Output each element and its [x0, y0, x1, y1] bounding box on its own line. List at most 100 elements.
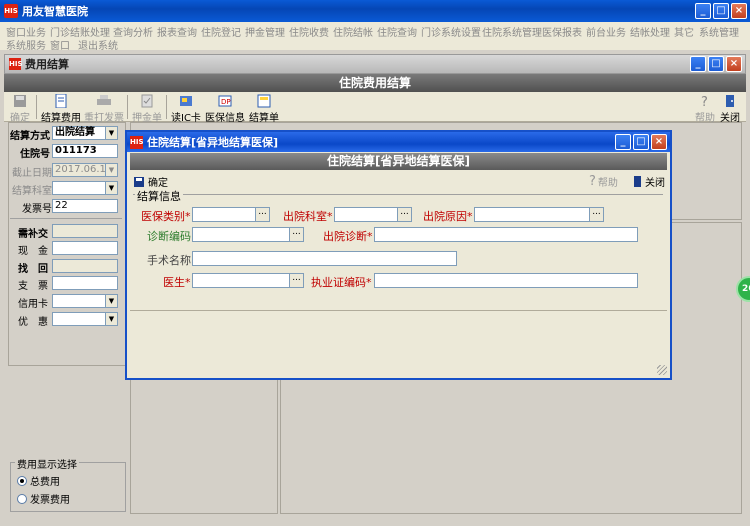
chevron-down-icon: ▼ [105, 164, 117, 176]
insurance-info-button[interactable]: DP 医保信息 [205, 94, 245, 124]
menu-item[interactable]: 门诊系统设置 [421, 24, 481, 39]
license-code-field[interactable] [374, 273, 638, 288]
menu-item[interactable]: 医保报表 [542, 24, 582, 39]
ellipsis-icon[interactable]: ... [589, 208, 603, 221]
ellipsis-icon[interactable]: ... [255, 208, 269, 221]
menu-item[interactable]: 系统服务 [6, 37, 46, 52]
menu-item[interactable]: 查询分析 [113, 24, 153, 39]
cash-field[interactable] [52, 241, 118, 255]
cash-label: 现 金 [18, 246, 48, 257]
chevron-down-icon: ▼ [105, 182, 117, 194]
close-window-button[interactable]: × [731, 3, 747, 19]
card-reader-icon [179, 96, 192, 106]
maximize-button[interactable]: □ [713, 3, 729, 19]
save-icon [134, 176, 144, 187]
sub-maximize-button[interactable]: □ [708, 56, 724, 72]
help-icon: ? [589, 174, 596, 189]
exit-door-icon [634, 176, 641, 187]
exit-door-icon [726, 95, 734, 107]
resize-grip[interactable] [657, 365, 667, 375]
menu-bar: 窗口业务 门诊结账处理 查询分析 报表查询 住院登记 押金管理 住院收费 住院结… [0, 22, 750, 52]
menu-item[interactable]: 住院系统管理 [482, 24, 542, 39]
need-pay-label: 需补交 [18, 229, 48, 240]
menu-item[interactable]: 报表查询 [157, 24, 197, 39]
change-field [52, 259, 118, 273]
help-button[interactable]: ? 帮助 [695, 94, 715, 124]
settle-sheet-button[interactable]: 结算单 [249, 94, 279, 124]
app-logo-icon: HIS [4, 4, 18, 18]
menu-item[interactable]: 窗口 [50, 37, 70, 52]
ellipsis-icon[interactable]: ... [289, 228, 303, 241]
diag-code-field[interactable]: ... [192, 227, 304, 242]
sub-close-button[interactable]: × [726, 56, 742, 72]
settlement-info-legend: 结算信息 [135, 188, 183, 204]
chevron-down-icon: ▼ [105, 295, 117, 307]
check-field[interactable] [52, 276, 118, 290]
inpatient-no-field[interactable]: 011173 [52, 144, 118, 158]
invoice-fee-radio[interactable]: 发票费用 [17, 491, 70, 506]
menu-item[interactable]: 前台业务 [586, 24, 626, 39]
dialog-maximize-button[interactable]: □ [633, 134, 649, 150]
need-pay-field [52, 224, 118, 238]
discharge-reason-label: 出院原因* [423, 210, 473, 223]
discharge-diag-field[interactable] [374, 227, 638, 242]
dialog-confirm-button[interactable]: 确定 [133, 174, 168, 189]
discharge-dept-label: 出院科室* [283, 210, 333, 223]
license-code-label: 执业证编码* [311, 276, 372, 289]
menu-item[interactable]: 结帐处理 [630, 24, 670, 39]
discharge-dept-field[interactable]: ... [334, 207, 412, 222]
remote-settlement-dialog: HIS 住院结算[省异地结算医保] _ □ × 住院结算[省异地结算医保] 确定… [125, 130, 672, 380]
sub-minimize-button[interactable]: _ [690, 56, 706, 72]
doctor-field[interactable]: ... [192, 273, 304, 288]
cutoff-date-field[interactable]: 2017.06.19 ▼ [52, 163, 118, 177]
menu-item[interactable]: 住院收费 [289, 24, 329, 39]
total-fee-radio[interactable]: 总费用 [17, 473, 60, 488]
reprint-invoice-button[interactable]: 重打发票 [84, 94, 124, 124]
dialog-help-button[interactable]: ? 帮助 [589, 174, 618, 189]
confirm-button[interactable]: 确定 [10, 94, 30, 124]
settle-mode-label: 结算方式 [10, 131, 50, 142]
menu-item[interactable]: 其它 [674, 24, 694, 39]
doctor-label: 医生* [163, 276, 191, 289]
deposit-slip-button[interactable]: 押金单 [132, 94, 162, 124]
sheet-icon [257, 94, 271, 108]
dialog-title: 住院结算[省异地结算医保] [147, 136, 279, 149]
menu-item[interactable]: 住院登记 [201, 24, 241, 39]
ins-type-field[interactable]: ... [192, 207, 270, 222]
invoice-no-field[interactable]: 22 [52, 199, 118, 213]
dialog-close-button[interactable]: 关闭 [631, 174, 665, 189]
ellipsis-icon[interactable]: ... [397, 208, 411, 221]
check-label: 支 票 [18, 281, 48, 292]
credit-card-select[interactable]: ▼ [52, 294, 118, 308]
settle-mode-select[interactable]: 出院结算 ▼ [52, 126, 118, 140]
close-button[interactable]: 关闭 [720, 94, 740, 124]
ellipsis-icon[interactable]: ... [289, 274, 303, 287]
settle-fee-button[interactable]: 结算费用 [41, 94, 81, 124]
settle-dept-label: 结算科室 [12, 186, 52, 197]
subwindow-title-bar: HIS 费用结算 _ □ × [4, 54, 746, 74]
fee-display-group: 费用显示选择 总费用 发票费用 [10, 456, 126, 512]
minimize-button[interactable]: _ [695, 3, 711, 19]
dialog-close-x-button[interactable]: × [651, 134, 667, 150]
inpatient-no-label: 住院号 [20, 149, 50, 160]
menu-item[interactable]: 住院结帐 [333, 24, 373, 39]
read-ic-card-button[interactable]: 读IC卡 [171, 94, 201, 124]
toolbar: 确定 结算费用 重打发票 押金单 读IC卡 DP 医保信息 结算单 ? 帮助 关… [4, 92, 746, 124]
svg-text:?: ? [701, 95, 708, 108]
discount-select[interactable]: ▼ [52, 312, 118, 326]
menu-item[interactable]: 系统管理 [699, 24, 739, 39]
surgery-name-field[interactable] [192, 251, 457, 266]
menu-item[interactable]: 住院查询 [377, 24, 417, 39]
help-icon: ? [701, 95, 708, 108]
discharge-diag-label: 出院诊断* [323, 230, 373, 243]
subwindow-title: 费用结算 [25, 58, 69, 71]
menu-item[interactable]: 退出系统 [78, 37, 118, 52]
discount-label: 优 惠 [18, 317, 48, 328]
printer-icon [97, 95, 111, 105]
menu-item[interactable]: 押金管理 [245, 24, 285, 39]
discharge-reason-field[interactable]: ... [474, 207, 604, 222]
insurance-icon: DP [218, 95, 232, 107]
subwindow-logo-icon: HIS [9, 58, 23, 70]
dialog-minimize-button[interactable]: _ [615, 134, 631, 150]
settle-dept-select[interactable]: ▼ [52, 181, 118, 195]
